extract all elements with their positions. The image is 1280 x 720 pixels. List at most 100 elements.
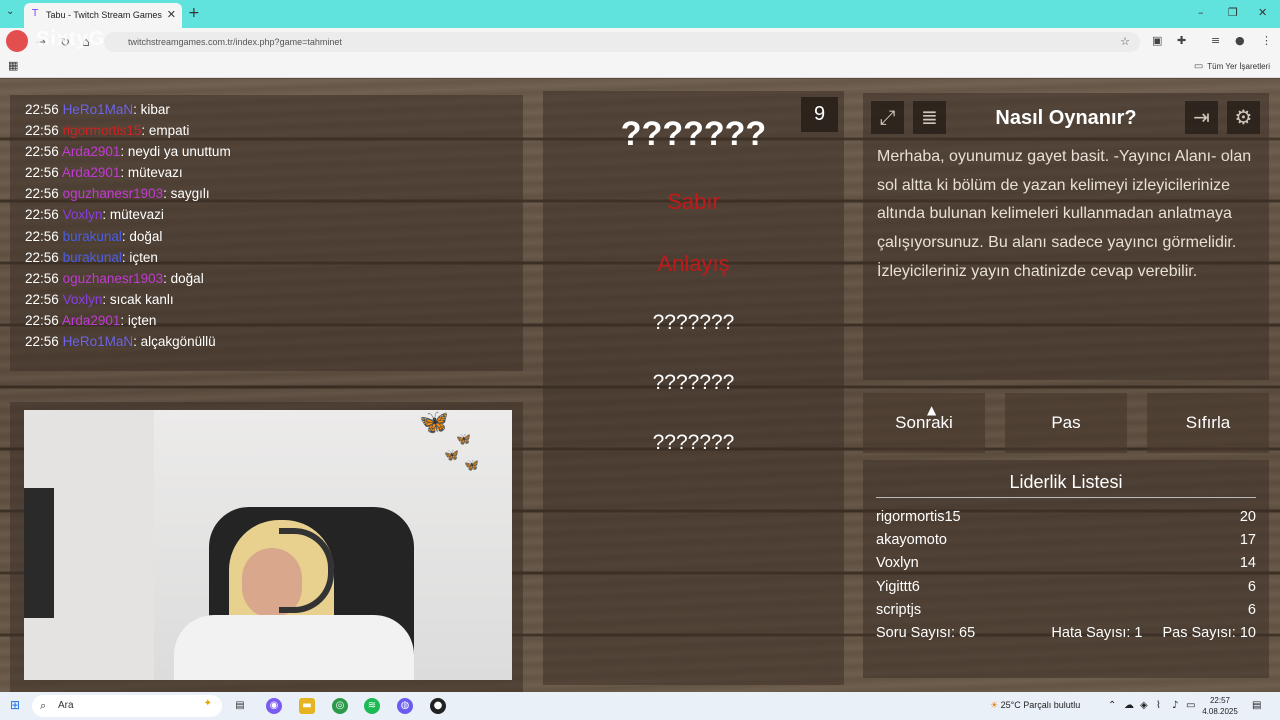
tray-mic-icon[interactable]: ◈ — [1140, 700, 1148, 711]
chat-username[interactable]: rigormortis15 — [63, 123, 142, 138]
webcam-panel: 🦋 🦋 🦋 🦋 — [10, 402, 523, 692]
chat-message: 22:56 Voxlyn: mütevazi — [25, 204, 523, 225]
close-tab-icon[interactable]: ✕ — [167, 8, 176, 21]
folder-icon: ▭ — [1193, 61, 1204, 72]
clock-date: 4.08.2025 — [1202, 707, 1238, 716]
chat-timestamp: 22:56 — [25, 165, 59, 181]
tray-network-icon[interactable]: ⌇ — [1156, 700, 1161, 711]
weather-widget[interactable]: ☀ 25°C Parçalı bulutlu — [990, 700, 1080, 711]
twitch-favicon-icon: T — [32, 8, 39, 19]
chrome-icon[interactable]: ◎ — [332, 698, 348, 714]
playlist-icon[interactable]: ≡ — [1211, 34, 1220, 47]
chat-text: : içten — [121, 249, 158, 265]
chat-username[interactable]: burakunal — [63, 229, 122, 244]
taskbar-clock[interactable]: 22:57 4.08.2025 — [1200, 695, 1240, 717]
pass-count: Pas Sayısı: 10 — [1162, 624, 1257, 641]
leaderboard-name: akayomoto — [876, 532, 947, 549]
copilot-icon[interactable]: ◉ — [266, 698, 282, 714]
next-button[interactable]: Sonraki — [863, 393, 985, 453]
pass-button[interactable]: Pas — [1005, 393, 1127, 453]
browser-tab[interactable]: T Tabu - Twitch Stream Games ✕ — [24, 3, 182, 28]
chat-username[interactable]: Arda2901 — [62, 313, 121, 328]
tray-volume-icon[interactable]: ♪ — [1172, 700, 1178, 711]
new-tab-icon[interactable]: + — [188, 5, 200, 21]
install-app-icon[interactable]: ▣ — [1152, 34, 1162, 47]
butterfly-icon: 🦋 — [419, 410, 449, 436]
tray-battery-icon[interactable]: ▭ — [1186, 700, 1195, 711]
chat-username[interactable]: Arda2901 — [62, 165, 121, 180]
url-text: twitchstreamgames.com.tr/index.php?game=… — [128, 37, 342, 47]
chat-username[interactable]: burakunal — [63, 250, 122, 265]
chat-message: 22:56 burakunal: doğal — [25, 226, 523, 247]
file-explorer-icon[interactable]: ▬ — [299, 698, 315, 714]
chat-text: : kibar — [133, 102, 170, 117]
chat-panel: 22:56 HeRo1MaN: kibar 22:56 rigormortis15… — [10, 95, 523, 371]
address-bar[interactable]: twitchstreamgames.com.tr/index.php?game=… — [104, 32, 1140, 52]
notifications-icon[interactable]: ▤ — [1252, 700, 1261, 711]
obs-icon[interactable]: ● — [430, 698, 446, 714]
webcam-feed: 🦋 🦋 🦋 🦋 — [24, 410, 512, 680]
chat-timestamp: 22:56 — [25, 123, 59, 139]
butterfly-icon: 🦋 — [464, 458, 479, 472]
how-to-play-panel: ⤢ ≣ ⇥ ⚙ Nasıl Oynanır? Merhaba, oyunumuz… — [863, 93, 1269, 380]
leaderboard-row: rigormortis15 20 — [876, 506, 1256, 529]
spotify-icon[interactable]: ≋ — [364, 698, 380, 714]
extensions-icon[interactable]: ✚ — [1177, 34, 1186, 47]
tray-cloud-icon[interactable]: ☁ — [1124, 700, 1134, 711]
chat-text: : içten — [120, 312, 157, 328]
chat-username[interactable]: Arda2901 — [62, 144, 121, 159]
chat-username[interactable]: Voxlyn — [63, 292, 103, 307]
chat-message: 22:56 oguzhanesr1903: saygılı — [25, 183, 523, 204]
taboo-word: Sabır — [667, 189, 720, 214]
leaderboard-row: scriptjs 6 — [876, 599, 1256, 622]
butterfly-icon: 🦋 — [444, 448, 459, 462]
tray-chevron-icon[interactable]: ⌃ — [1108, 700, 1116, 711]
leaderboard-row: Voxlyn 14 — [876, 552, 1256, 575]
game-page: 22:56 HeRo1MaN: kibar 22:56 rigormortis15… — [0, 79, 1280, 692]
reset-button[interactable]: Sıfırla — [1147, 393, 1269, 453]
windows-start-icon[interactable]: ⊞ — [10, 698, 20, 712]
task-view-icon[interactable]: ▤ — [232, 698, 248, 714]
chat-text: : alçakgönüllü — [133, 334, 216, 350]
sparkle-icon: ✦ — [203, 698, 212, 709]
chat-username[interactable]: oguzhanesr1903 — [63, 271, 164, 286]
discord-icon[interactable]: ◍ — [397, 698, 413, 714]
chat-timestamp: 22:56 — [25, 270, 59, 286]
chat-text: : sıcak kanlı — [102, 291, 174, 307]
chat-timestamp: 22:56 — [25, 334, 59, 350]
minimize-icon[interactable]: – — [1198, 6, 1204, 19]
chat-message: 22:56 HeRo1MaN: alçakgönüllü — [25, 331, 523, 352]
leaderboard-name: scriptjs — [876, 601, 922, 618]
leaderboard-name: Voxlyn — [876, 555, 919, 572]
search-placeholder: Ara — [58, 700, 74, 711]
question-count: Soru Sayısı: 65 — [876, 624, 976, 641]
bookmarks-bar: ▦ ▭ Tüm Yer İşaretleri — [0, 56, 1280, 78]
chat-username[interactable]: oguzhanesr1903 — [63, 186, 164, 201]
apps-grid-icon[interactable]: ▦ — [8, 59, 18, 72]
search-icon: ⌕ — [40, 699, 47, 712]
chat-timestamp: 22:56 — [25, 102, 59, 117]
more-menu-icon[interactable]: ⋮ — [1261, 34, 1272, 47]
taboo-word: Anlayış — [657, 251, 730, 276]
chat-text: : empati — [141, 123, 190, 139]
all-bookmarks-folder[interactable]: ▭ Tüm Yer İşaretleri — [1194, 61, 1270, 72]
tab-search-icon[interactable]: ⌄ — [6, 6, 14, 17]
chat-username[interactable]: Voxlyn — [63, 207, 103, 222]
chat-timestamp: 22:56 — [25, 249, 59, 265]
chat-message: 22:56 Arda2901: içten — [25, 310, 523, 331]
bookmark-star-icon[interactable]: ☆ — [1120, 35, 1130, 48]
chat-username[interactable]: HeRo1MaN — [63, 334, 134, 349]
browser-tab-bar: ⌄ T Tabu - Twitch Stream Games ✕ + – ❐ ✕ — [0, 0, 1280, 28]
chat-timestamp: 22:56 — [25, 312, 59, 328]
profile-avatar-icon[interactable]: ● — [1235, 34, 1245, 47]
channel-logo — [6, 30, 28, 52]
taskbar-search[interactable]: ⌕ Ara ✦ — [32, 695, 222, 717]
taboo-word: ??????? — [652, 431, 735, 454]
close-window-icon[interactable]: ✕ — [1258, 6, 1267, 19]
chat-text: : doğal — [163, 270, 204, 286]
leaderboard-score: 20 — [1239, 509, 1256, 525]
taboo-card: 9 ??????? Sabır Anlayış ??????? ??????? … — [543, 91, 844, 685]
chat-message: 22:56 Arda2901: neydi ya unuttum — [25, 141, 523, 162]
restore-icon[interactable]: ❐ — [1228, 6, 1238, 19]
chat-username[interactable]: HeRo1MaN — [63, 102, 134, 117]
